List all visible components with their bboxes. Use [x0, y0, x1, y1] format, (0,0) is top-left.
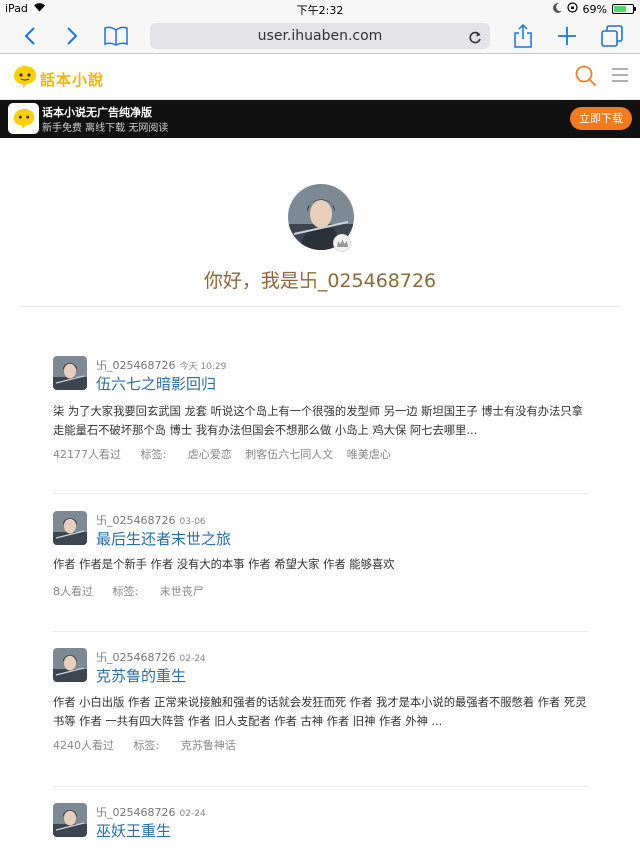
post-time: 03-06	[179, 517, 206, 527]
browser-toolbar: user.ihuaben.com	[0, 18, 640, 54]
story-description: 柒 为了大家我要回玄武国 龙套 听说这个岛上有一个很强的发型师 另一边 斯坦国王…	[53, 405, 583, 437]
post-time: 今天 10:29	[179, 362, 227, 372]
tag-link[interactable]: 唯美虐心	[347, 448, 391, 461]
list-item[interactable]: 卐_025468726 03-06 最后生还者末世之旅 作者 作者是个新手 作者 …	[53, 511, 588, 601]
tag-link[interactable]: 克苏鲁神话	[181, 739, 236, 752]
story-title[interactable]: 克苏鲁的重生	[96, 665, 186, 686]
view-count: 42177人看过	[53, 448, 121, 461]
profile-greeting: 你好，我是卐_025468726	[203, 270, 437, 292]
tags-label: 标签:	[133, 739, 160, 752]
download-button[interactable]: 立即下载	[570, 107, 632, 130]
battery-percent: 69%	[582, 2, 607, 16]
moon-icon	[552, 2, 562, 16]
item-meta: 卐_025468726 02-24	[96, 804, 206, 820]
tags-label: 标签:	[140, 448, 167, 461]
story-title[interactable]: 伍六七之暗影回归	[96, 373, 216, 394]
tag-link[interactable]: 虐心爱恋	[188, 448, 232, 461]
author-avatar[interactable]	[53, 356, 87, 390]
story-title[interactable]: 巫妖王重生	[96, 820, 171, 841]
crown-badge-icon	[333, 234, 351, 252]
battery-icon	[612, 4, 636, 14]
rotation-lock-icon	[566, 2, 578, 16]
forward-button[interactable]	[62, 24, 82, 48]
app-download-banner: 话本小说无广告纯净版 新手免费 离线下载 无网阅读 立即下载	[0, 100, 640, 138]
address-bar[interactable]: user.ihuaben.com	[150, 23, 490, 49]
logo-mascot-icon	[12, 64, 38, 94]
site-header: 話本小說	[0, 55, 640, 100]
search-icon[interactable]	[575, 65, 597, 91]
banner-title: 话本小说无广告纯净版	[42, 106, 152, 119]
menu-icon[interactable]	[612, 67, 628, 87]
view-count: 4240人看过	[53, 739, 114, 752]
tags-label: 标签:	[112, 585, 139, 598]
status-time: 下午2:32	[296, 4, 344, 17]
list-item[interactable]: 卐_025468726 02-24 克苏鲁的重生 作者 小白出版 作者 正常来说接…	[53, 648, 588, 758]
divider	[53, 631, 588, 632]
url-text: user.ihuaben.com	[257, 28, 383, 44]
story-stats: 4240人看过 标签: 克苏鲁神话	[53, 737, 246, 753]
item-meta: 卐_025468726 03-06	[96, 512, 206, 528]
item-meta: 卐_025468726 今天 10:29	[96, 357, 226, 373]
story-title[interactable]: 最后生还者末世之旅	[96, 528, 231, 549]
reload-icon[interactable]	[468, 28, 482, 54]
author-avatar[interactable]	[53, 511, 87, 545]
story-stats: 8人看过 标签: 末世丧尸	[53, 583, 214, 599]
list-item[interactable]: 卐_025468726 今天 10:29 伍六七之暗影回归 柒 为了大家我要回玄武…	[53, 356, 588, 466]
back-button[interactable]	[20, 24, 40, 48]
tag-link[interactable]: 末世丧尸	[160, 585, 204, 598]
tag-link[interactable]: 刺客伍六七同人文	[245, 448, 333, 461]
site-logo[interactable]: 話本小說	[12, 64, 104, 94]
view-count: 8人看过	[53, 585, 93, 598]
tabs-icon[interactable]	[600, 24, 624, 48]
banner-subtitle: 新手免费 离线下载 无网阅读	[42, 123, 169, 134]
author-name[interactable]: 卐_025468726	[96, 514, 176, 527]
author-name[interactable]: 卐_025468726	[96, 651, 176, 664]
story-stats: 42177人看过 标签: 虐心爱恋 刺客伍六七同人文 唯美虐心	[53, 446, 401, 462]
author-name[interactable]: 卐_025468726	[96, 359, 176, 372]
divider	[53, 786, 588, 787]
story-description: 作者 小白出版 作者 正常来说接触和强者的话就会发狂而死 作者 我才是本小说的最…	[53, 696, 587, 728]
share-icon[interactable]	[512, 24, 534, 48]
logo-text: 話本小說	[40, 70, 105, 89]
author-avatar[interactable]	[53, 803, 87, 837]
author-name[interactable]: 卐_025468726	[96, 806, 176, 819]
new-tab-icon[interactable]	[556, 24, 578, 48]
author-avatar[interactable]	[53, 648, 87, 682]
divider	[20, 306, 620, 307]
status-bar: iPad 下午2:32 69%	[0, 0, 640, 18]
post-time: 02-24	[179, 809, 206, 819]
story-description: 作者 作者是个新手 作者 没有大的本事 作者 希望大家 作者 能够喜欢	[53, 558, 395, 571]
list-item[interactable]: 卐_025468726 02-24 巫妖王重生	[53, 803, 588, 853]
divider	[53, 493, 588, 494]
item-meta: 卐_025468726 02-24	[96, 649, 206, 665]
post-time: 02-24	[179, 654, 206, 664]
app-icon	[8, 103, 39, 134]
bookmarks-icon[interactable]	[103, 24, 129, 48]
